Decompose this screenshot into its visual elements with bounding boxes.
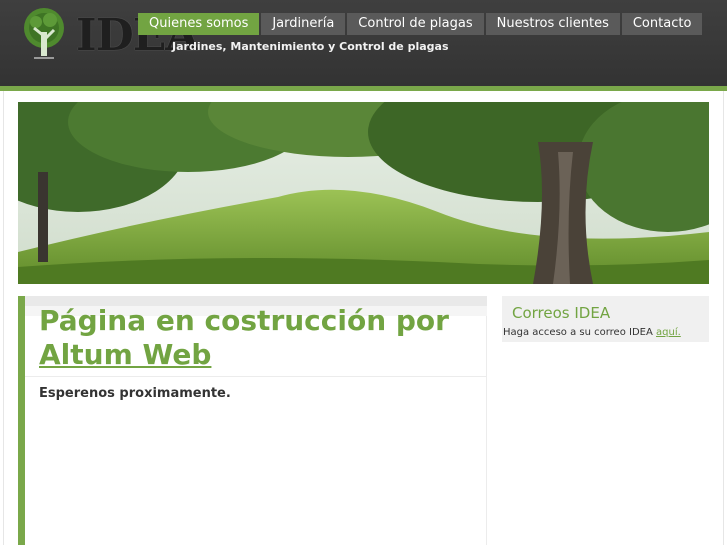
nav-item-quienes-somos[interactable]: Quienes somos xyxy=(138,13,260,35)
nav-item-nuestros-clientes[interactable]: Nuestros clientes xyxy=(485,13,620,35)
sidebar-text: Haga acceso a su correo IDEA aquí. xyxy=(503,327,681,338)
nav-item-jardineria[interactable]: Jardinería xyxy=(261,13,346,35)
banner-image xyxy=(18,102,709,284)
page-title-text: Página en costrucción por xyxy=(39,304,449,337)
site-tagline: Jardines, Mantenimiento y Control de pla… xyxy=(172,40,449,53)
nav-item-contacto[interactable]: Contacto xyxy=(621,13,703,35)
sidebar-email-box: Correos IDEA Haga acceso a su correo IDE… xyxy=(502,296,709,342)
main-right-border xyxy=(486,316,487,545)
nav-item-control-de-plagas[interactable]: Control de plagas xyxy=(347,13,484,35)
main-content: Página en costrucción por Altum Web Espe… xyxy=(18,296,487,545)
title-divider xyxy=(25,376,487,377)
altum-web-link[interactable]: Altum Web xyxy=(39,338,211,371)
sidebar-text-label: Haga acceso a su correo IDEA xyxy=(503,327,653,338)
tree-logo-icon xyxy=(24,8,64,59)
intro-text: Esperenos proximamente. xyxy=(39,386,231,401)
email-access-link[interactable]: aquí. xyxy=(656,327,681,338)
sidebar-title: Correos IDEA xyxy=(512,304,611,322)
page-title: Página en costrucción por Altum Web xyxy=(39,304,479,372)
main-nav: Quienes somos Jardinería Control de plag… xyxy=(138,13,704,35)
main-accent-bar xyxy=(18,296,25,545)
